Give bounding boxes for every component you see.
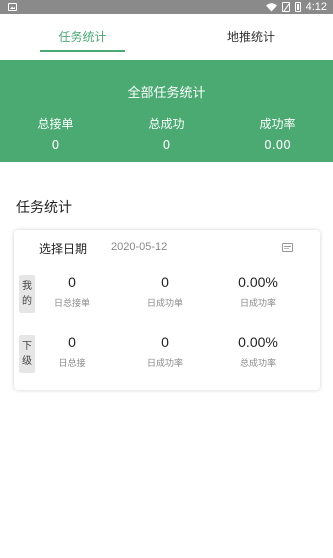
section-title: 任务统计 xyxy=(16,200,72,216)
stat-number: 0.00% xyxy=(238,274,278,290)
stat-cell: 0 日成功率 xyxy=(120,334,210,369)
stat-cell: 0 日成功单 xyxy=(120,274,210,309)
summary-total-orders: 总接单 0 xyxy=(0,115,111,152)
calendar-icon[interactable] xyxy=(282,243,293,252)
stat-caption: 日成功率 xyxy=(239,299,276,309)
stat-label: 总成功 xyxy=(148,117,185,131)
stat-label: 总接单 xyxy=(37,117,74,131)
stat-value: 0 xyxy=(51,138,60,152)
image-icon xyxy=(8,3,17,11)
summary-banner: 全部任务统计 总接单 0 总成功 0 成功率 0.00 xyxy=(0,60,333,162)
stat-value: 0 xyxy=(162,138,171,152)
date-picker-row[interactable]: 选择日期 2020-05-12 xyxy=(14,230,320,264)
stat-caption: 日成功单 xyxy=(146,299,183,309)
date-value[interactable]: 2020-05-12 xyxy=(111,241,167,253)
status-bar-right: 4:12 xyxy=(265,0,327,14)
date-picker-label[interactable]: 选择日期 xyxy=(39,240,87,257)
stat-caption: 日总接 xyxy=(58,359,86,369)
stat-number: 0 xyxy=(68,334,76,350)
stat-label: 成功率 xyxy=(259,117,296,131)
wifi-icon xyxy=(265,2,277,11)
tab-active-indicator xyxy=(40,50,125,52)
stat-number: 0 xyxy=(68,274,76,290)
stats-row-subordinate: 下 级 0 日总接 0 日成功率 0.00% 总成功率 xyxy=(14,328,320,382)
stat-number: 0 xyxy=(161,334,169,350)
tab-task-stats-label: 任务统计 xyxy=(58,29,107,44)
stat-number: 0.00% xyxy=(238,334,278,350)
stat-caption: 日总接单 xyxy=(53,299,90,309)
status-time: 4:12 xyxy=(305,1,327,13)
stat-number: 0 xyxy=(161,274,169,290)
task-stats-card: 选择日期 2020-05-12 我 的 0 日总接单 0 日成功单 0.00% … xyxy=(14,230,320,390)
summary-total-success: 总成功 0 xyxy=(111,115,222,152)
stat-cell: 0 日总接单 xyxy=(27,274,117,309)
stat-cell: 0 日总接 xyxy=(27,334,117,369)
stat-caption: 日成功率 xyxy=(146,359,183,369)
stat-cell: 0.00% 日成功率 xyxy=(213,274,303,309)
stat-value: 0.00 xyxy=(264,138,291,152)
no-sim-icon xyxy=(281,2,290,12)
tab-promo-stats-label: 地推统计 xyxy=(226,29,275,44)
status-bar: 4:12 xyxy=(0,0,333,14)
summary-title: 全部任务统计 xyxy=(127,86,206,101)
tab-bar: 任务统计 地推统计 xyxy=(0,14,333,58)
battery-icon xyxy=(294,2,301,12)
stats-row-mine: 我 的 0 日总接单 0 日成功单 0.00% 日成功率 xyxy=(14,268,320,322)
summary-success-rate: 成功率 0.00 xyxy=(222,115,333,152)
tab-promo-stats[interactable]: 地推统计 xyxy=(210,14,292,58)
stat-caption: 总成功率 xyxy=(239,359,276,369)
tab-task-stats[interactable]: 任务统计 xyxy=(40,14,125,58)
stat-cell: 0.00% 总成功率 xyxy=(213,334,303,369)
